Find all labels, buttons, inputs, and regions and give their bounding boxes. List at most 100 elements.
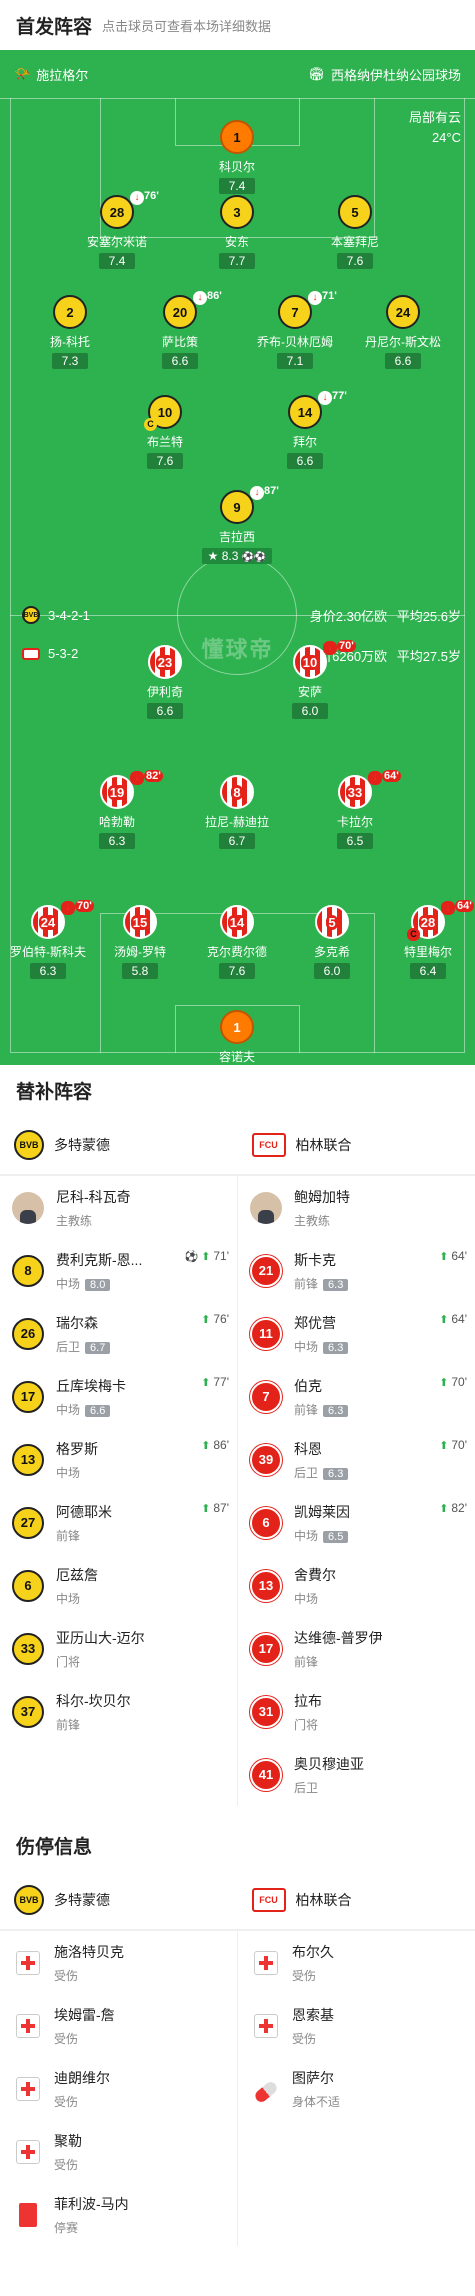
sub-position: 中场 6.6 [56,1401,126,1418]
lineup-title: 首发阵容 [16,16,93,38]
sub-row[interactable]: 8 费利克斯-恩... 中场 8.0 ⚽ ⬆ 71' [0,1239,237,1302]
injury-away-list: 布尔久 受伤恩索基受伤图萨尔 身体不适 [238,1931,475,2246]
sub-out-icon: ↓ [61,901,75,915]
sub-in-time: ⬆ 64' [439,1312,467,1326]
away-player[interactable]: 33 ↓ 64' 卡拉尔 6.5 [300,770,410,850]
sub-row[interactable]: 26 瑞尔森 后卫 6.7 ⬆ 76' [0,1302,237,1365]
sub-position: 前锋 [294,1654,319,1669]
sub-row[interactable]: 27 阿德耶米 前锋 ⬆ 87' [0,1491,237,1554]
away-player[interactable]: 14 克尔费尔德 7.6 [182,905,292,980]
jersey-number: 1 [233,129,241,145]
jersey-number: 10 [157,404,173,420]
sub-row[interactable]: 13 舍費尔 中场 [238,1554,475,1617]
coach-row[interactable]: 尼科-科瓦奇 主教练 [0,1176,237,1239]
home-player[interactable]: 1 科贝尔 7.4 [182,120,292,195]
jersey-icon: 13 [12,1443,44,1476]
jersey-icon: 8 [220,775,254,809]
sub-row[interactable]: 6 凯姆莱因 中场 6.5 ⬆ 82' [238,1491,475,1554]
away-player[interactable]: 1容诺夫6.6 [182,1010,292,1065]
injury-row[interactable]: 迪朗维尔 受伤 [0,2057,237,2120]
sub-row[interactable]: 17 达维德-普罗伊 前锋 [238,1617,475,1680]
sub-row[interactable]: 31 拉布 门将 [238,1680,475,1743]
jersey-icon: 17 [250,1632,282,1665]
home-player[interactable]: 5 本塞拜尼 7.6 [300,195,410,270]
away-player[interactable]: 10 ↓ 70' 安萨 6.0 [255,640,365,720]
player-rating: 6.3 [30,963,66,979]
sub-row[interactable]: 39 科恩 后卫 6.3 ⬆ 70' [238,1428,475,1491]
sub-out-icon: ↓ [318,391,332,405]
sub-row[interactable]: 37 科尔-坎贝尔 前锋 [0,1680,237,1743]
injury-player-name: 恩索基 [292,2006,334,2023]
injury-home-team[interactable]: BVB 多特蒙德 [0,1870,238,1929]
sub-info: 格罗斯 中场 [56,1439,98,1481]
home-player[interactable]: 9 ↓ 87' 吉拉西 ★ 8.3 ⚽⚽ [182,485,292,565]
away-player[interactable]: 23 伊利奇 6.6 [110,645,220,720]
home-player[interactable]: 28 ↓ 76' 安塞尔米诺 7.4 [62,190,172,270]
sub-info: 奥贝穆迪亚 后卫 [294,1754,364,1796]
away-player[interactable]: 28 ↓ 64' C 特里梅尔 6.4 [373,900,475,980]
sub-info: 郑优营 中场 6.3 [294,1313,349,1355]
injury-info: 图萨尔 身体不适 [292,2068,340,2110]
jersey-number: 23 [155,654,175,670]
home-player[interactable]: 7 ↓ 71' 乔布-贝林厄姆 7.1 [240,290,350,370]
injury-row[interactable]: 聚勒 受伤 [0,2120,237,2183]
sub-info: 瑞尔森 后卫 6.7 [56,1313,111,1355]
sub-minute: 76' [144,190,159,202]
home-player[interactable]: 20 ↓ 86' 萨比策 6.6 [125,290,235,370]
jersey-icon: 14 ↓ 77' [288,390,347,429]
sub-rating: 6.5 [323,1530,349,1543]
sub-minute: 70' [337,640,356,652]
subs-home-team[interactable]: BVB 多特蒙德 [0,1115,238,1174]
subs-away-team[interactable]: FCU 柏林联合 [238,1115,475,1174]
jersey-icon: 7 [250,1380,282,1413]
sub-row[interactable]: 11 郑优营 中场 6.3 ⬆ 64' [238,1302,475,1365]
sub-row[interactable]: 41 奥贝穆迪亚 后卫 [238,1743,475,1806]
home-player[interactable]: 24 丹尼尔-斯文松 6.6 [348,295,458,370]
temperature: 24°C [431,130,461,145]
sub-row[interactable]: 17 丘库埃梅卡 中场 6.6 ⬆ 77' [0,1365,237,1428]
injury-away-team[interactable]: FCU 柏林联合 [238,1870,475,1929]
player-rating: 6.3 [99,833,135,849]
injury-row[interactable]: 施洛特贝克 受伤 [0,1931,237,1994]
away-player[interactable]: 5 多克希 6.0 [277,905,387,980]
away-player[interactable]: 8 拉尼-赫迪拉 6.7 [182,775,292,850]
injury-row[interactable]: 恩索基 受伤 [238,1994,475,2057]
coach-row[interactable]: 鲍姆加特 主教练 [238,1176,475,1239]
jersey-icon: 28 ↓ 76' [100,190,159,229]
sub-row[interactable]: 13 格罗斯 中场 ⬆ 86' [0,1428,237,1491]
home-formation: BVB 3-4-2-1 [22,606,90,624]
sub-info: 费利克斯-恩... 中场 8.0 [56,1250,142,1292]
sub-position: 中场 6.3 [294,1338,349,1355]
home-player[interactable]: 14 ↓ 77' 拜尔 6.6 [250,390,360,470]
jersey-number: 1 [233,1019,241,1035]
sub-in-icon: ⬆ [201,1313,211,1326]
player-name: 汤姆-罗特 [114,945,166,959]
sub-name: 丘库埃梅卡 [56,1377,126,1394]
sub-row[interactable]: 21 斯卡克 前锋 6.3 ⬆ 64' [238,1239,475,1302]
home-player[interactable]: 10 C 布兰特 7.6 [110,395,220,470]
home-player[interactable]: 2 扬-科托 7.3 [15,295,125,370]
injury-row[interactable]: 菲利波-马内 停赛 [0,2183,237,2246]
sub-out-icon: ↓ [250,486,264,500]
sub-name: 尼科-科瓦奇 [56,1188,131,1205]
injury-status: 身体不适 [292,2094,341,2109]
home-player[interactable]: 3 安东 7.7 [182,195,292,270]
away-player[interactable]: 15 汤姆-罗特 5.8 [85,905,195,980]
venue-row: 📯 施拉格尔 🏟 西格纳伊杜纳公园球场 [0,50,475,98]
jersey-icon: 3 [220,195,254,229]
player-rating: 6.5 [337,833,373,849]
home-team-value: 身价2.30亿欧 平均25.6岁 [310,606,461,625]
sub-row[interactable]: 6 厄兹詹 中场 [0,1554,237,1617]
away-formation-text: 5-3-2 [48,646,79,661]
injury-row[interactable]: 布尔久 受伤 [238,1931,475,1994]
away-player[interactable]: 19 ↓ 82' 哈勃勒 6.3 [62,770,172,850]
injury-status: 受伤 [292,2031,317,2046]
sub-name: 亚历山大-迈尔 [56,1629,145,1646]
sub-position: 中场 6.5 [294,1527,350,1544]
sub-row[interactable]: 33 亚历山大-迈尔 门将 [0,1617,237,1680]
sub-position: 门将 [56,1654,81,1669]
injury-row[interactable]: 图萨尔 身体不适 [238,2057,475,2120]
injury-player-name: 埃姆雷-詹 [54,2006,115,2023]
sub-row[interactable]: 7 伯克 前锋 6.3 ⬆ 70' [238,1365,475,1428]
injury-row[interactable]: 埃姆雷-詹 受伤 [0,1994,237,2057]
